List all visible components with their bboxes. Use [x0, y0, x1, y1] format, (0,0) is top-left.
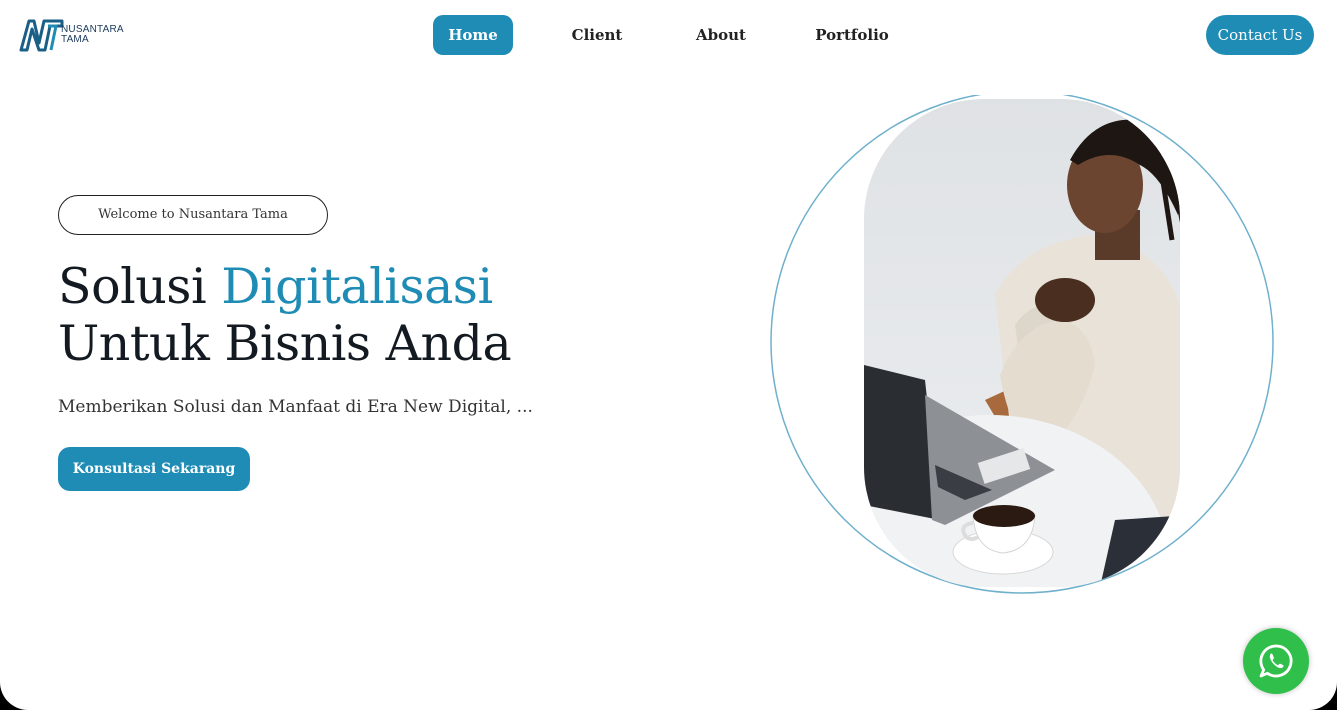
headline-line2: Untuk Bisnis Anda — [58, 315, 512, 372]
page: NUSANTARA TAMA Home Client About Portfol… — [0, 0, 1337, 710]
hero-subtext: Memberikan Solusi dan Manfaat di Era New… — [58, 397, 533, 417]
nav-client[interactable]: Client — [567, 15, 627, 55]
photo-person-laptop — [864, 99, 1180, 587]
logo-text: NUSANTARA TAMA — [61, 25, 124, 45]
nav-portfolio[interactable]: Portfolio — [815, 15, 889, 55]
headline-part1: Solusi — [58, 258, 222, 315]
nav-home[interactable]: Home — [433, 15, 513, 55]
headline-line1: Solusi Digitalisasi — [58, 258, 658, 315]
logo[interactable]: NUSANTARA TAMA — [18, 17, 128, 53]
whatsapp-icon — [1259, 644, 1293, 678]
headline-accent: Digitalisasi — [221, 258, 493, 315]
contact-us-button[interactable]: Contact Us — [1206, 15, 1314, 55]
logo-line2: TAMA — [61, 34, 89, 45]
welcome-badge: Welcome to Nusantara Tama — [58, 195, 328, 235]
hero-headline: Solusi Digitalisasi Untuk Bisnis Anda — [58, 258, 658, 372]
logo-mark-icon — [19, 19, 64, 52]
consult-now-button[interactable]: Konsultasi Sekarang — [58, 447, 250, 491]
whatsapp-button[interactable] — [1243, 628, 1309, 694]
hero-image — [770, 95, 1274, 594]
nav-about[interactable]: About — [691, 15, 751, 55]
